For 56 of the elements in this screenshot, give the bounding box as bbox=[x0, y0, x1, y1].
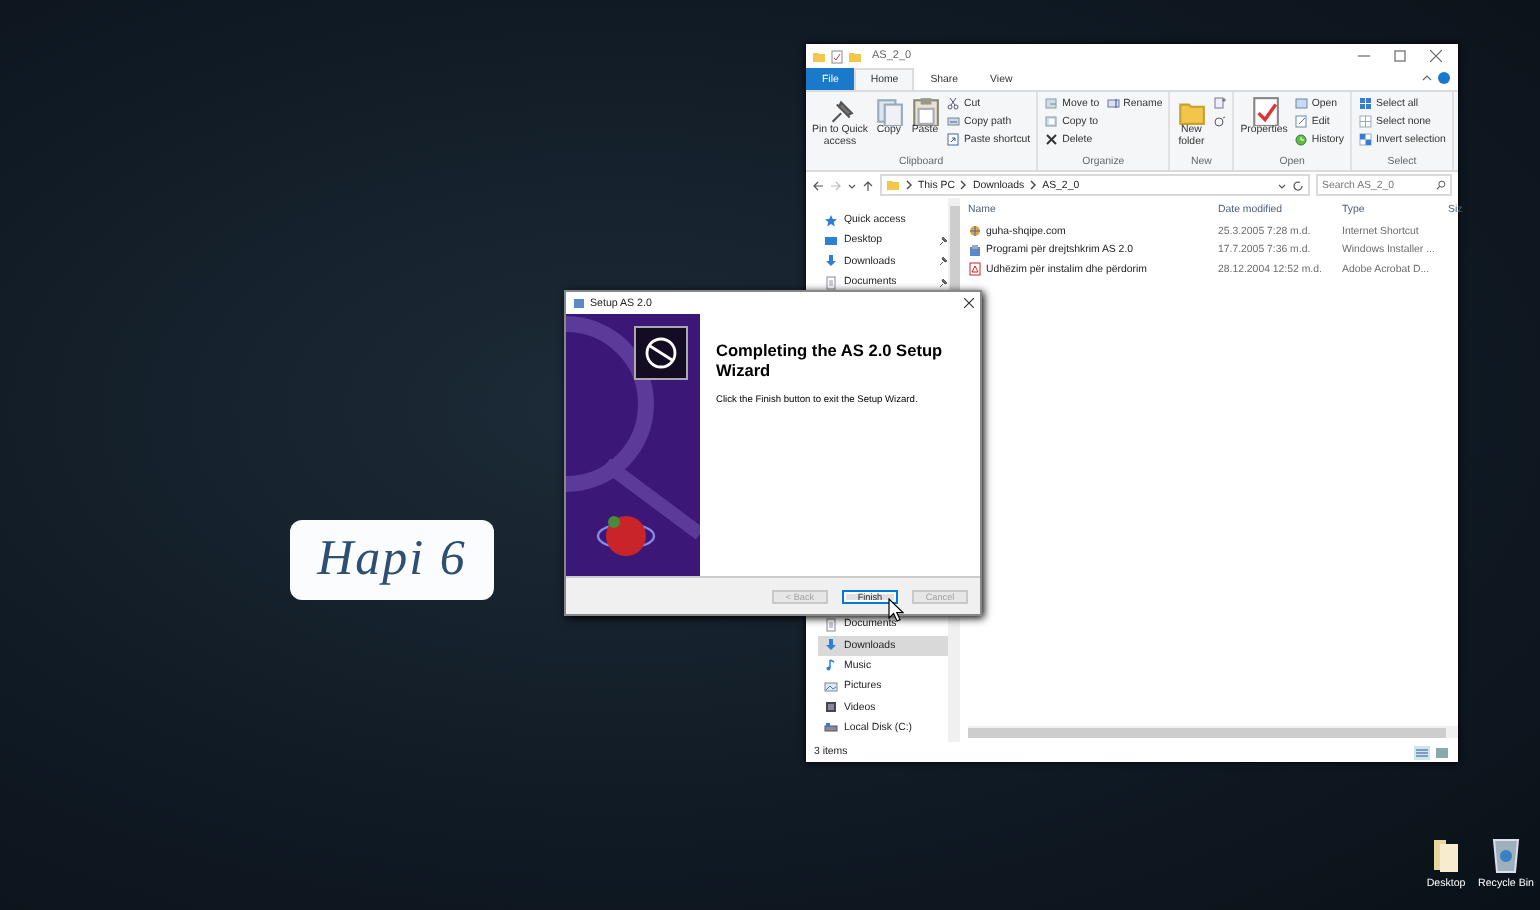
down-arrow-icon bbox=[824, 254, 838, 269]
details-view-icon[interactable] bbox=[1414, 745, 1430, 759]
ribbon-button[interactable] bbox=[1212, 96, 1227, 110]
dropdown-caret-icon[interactable] bbox=[848, 179, 856, 191]
ribbon-button[interactable] bbox=[1212, 114, 1227, 128]
select-all-icon bbox=[1358, 96, 1372, 110]
web-shortcut-icon bbox=[968, 224, 982, 239]
picture-icon bbox=[824, 679, 838, 694]
history-icon bbox=[1293, 132, 1308, 146]
scissors-icon bbox=[945, 96, 960, 110]
shortcut-icon bbox=[945, 132, 960, 146]
edit-icon bbox=[1293, 114, 1308, 128]
move-icon bbox=[1044, 96, 1059, 110]
up-arrow-icon[interactable] bbox=[862, 179, 874, 191]
properties-icon[interactable] bbox=[830, 49, 844, 63]
close-icon[interactable] bbox=[964, 298, 974, 308]
recycle-bin-icon[interactable] bbox=[1490, 834, 1523, 874]
monitor-icon bbox=[824, 233, 838, 248]
rename-icon bbox=[1105, 96, 1120, 110]
chevron-icon bbox=[1030, 180, 1037, 190]
folder-icon bbox=[886, 178, 900, 192]
search-icon bbox=[1436, 180, 1446, 190]
chevron-icon bbox=[960, 180, 967, 190]
close-icon[interactable] bbox=[1430, 50, 1442, 62]
maximize-icon[interactable] bbox=[1394, 50, 1406, 62]
film-icon bbox=[824, 700, 838, 715]
down-arrow-icon bbox=[824, 638, 838, 653]
select-none-icon bbox=[1358, 114, 1372, 128]
invert-selection-icon bbox=[1358, 132, 1372, 146]
setup-logo-icon bbox=[634, 326, 688, 380]
path-icon bbox=[945, 114, 960, 128]
folder-icon bbox=[812, 49, 826, 63]
copy-to-icon bbox=[1044, 114, 1059, 128]
dropdown-caret-icon[interactable] bbox=[1278, 179, 1286, 191]
delete-icon bbox=[1044, 132, 1059, 146]
copy-icon bbox=[873, 96, 904, 126]
horizontal-scrollbar[interactable] bbox=[968, 726, 1458, 738]
refresh-icon[interactable] bbox=[1292, 179, 1304, 191]
music-note-icon bbox=[824, 658, 838, 673]
wizard-heading: Completing the AS 2.0 Setup Wizard bbox=[716, 342, 945, 381]
open-icon bbox=[1293, 96, 1308, 110]
star-icon bbox=[824, 213, 838, 228]
thumbnail-view-icon[interactable] bbox=[1434, 745, 1450, 759]
help-icon[interactable] bbox=[1438, 68, 1450, 88]
chevron-icon bbox=[906, 180, 912, 190]
back-arrow-icon[interactable] bbox=[812, 179, 824, 191]
folder-icon[interactable] bbox=[1430, 834, 1463, 874]
installer-icon bbox=[968, 243, 982, 258]
drive-icon bbox=[824, 720, 838, 735]
setup-icon bbox=[572, 296, 586, 310]
new-item-icon bbox=[1212, 96, 1227, 110]
easy-access-icon bbox=[1212, 114, 1227, 128]
properties-icon bbox=[1249, 96, 1280, 126]
clipboard-icon bbox=[909, 96, 940, 126]
step-label: Hapi 6 bbox=[290, 520, 494, 600]
pdf-icon bbox=[968, 262, 982, 277]
